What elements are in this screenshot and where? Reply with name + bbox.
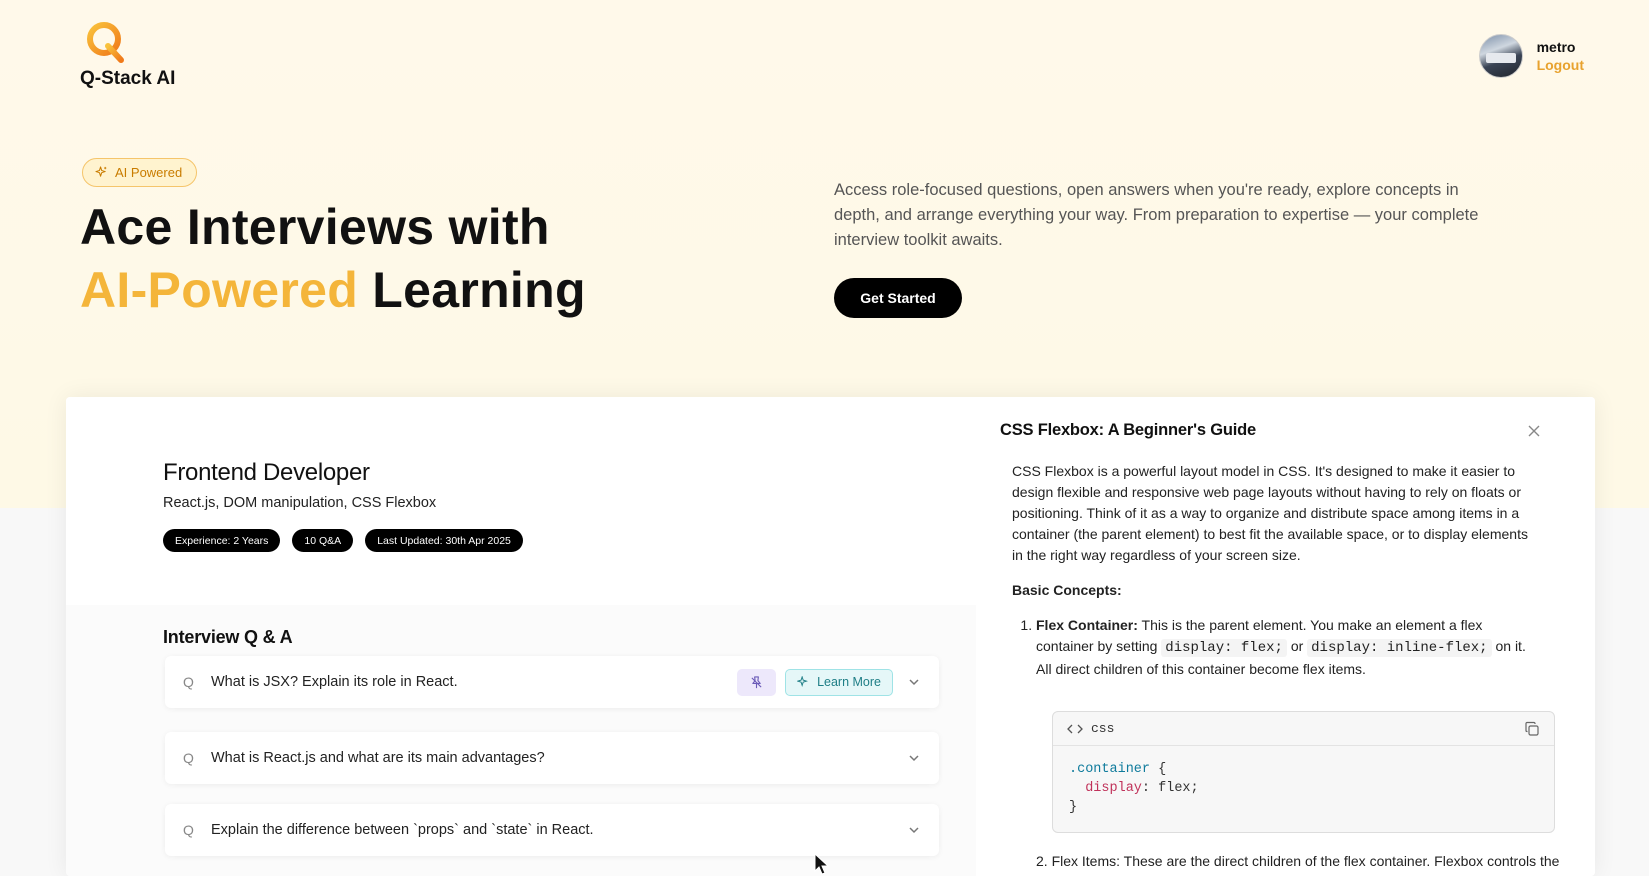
badge-label: AI Powered xyxy=(115,165,183,180)
concepts-heading: Basic Concepts: xyxy=(1012,582,1122,598)
code-block: css .container { display: flex; } xyxy=(1052,711,1555,833)
user-menu: metro Logout xyxy=(1478,34,1584,78)
brand-logo[interactable]: Q-Stack AI xyxy=(80,20,175,90)
role-title: Frontend Developer xyxy=(163,459,370,486)
term: Flex Container: xyxy=(1036,617,1138,633)
question-item[interactable]: Q What is JSX? Explain its role in React… xyxy=(165,656,939,708)
qa-heading: Interview Q & A xyxy=(163,627,293,647)
ai-powered-badge: AI Powered xyxy=(82,158,198,187)
question-text: Explain the difference between `props` a… xyxy=(211,822,594,838)
qa-count-pill: 10 Q&A xyxy=(292,529,354,552)
chevron-down-icon[interactable] xyxy=(907,751,921,765)
logout-button[interactable]: Logout xyxy=(1537,56,1584,74)
hero-title: Ace Interviews with AI-Powered Learning xyxy=(80,196,586,322)
q-prefix: Q xyxy=(183,822,194,838)
hero-description: Access role-focused questions, open answ… xyxy=(834,181,1479,249)
unpin-button[interactable] xyxy=(737,668,777,696)
code-content: .container { display: flex; } xyxy=(1053,746,1554,831)
code-icon xyxy=(1067,724,1083,733)
app-preview: Frontend Developer React.js, DOM manipul… xyxy=(66,397,1595,876)
role-card: Frontend Developer React.js, DOM manipul… xyxy=(66,397,966,605)
question-item[interactable]: Q What is React.js and what are its main… xyxy=(165,732,939,784)
code-brace: } xyxy=(1069,800,1078,815)
unpin-icon xyxy=(751,675,762,688)
qa-section: Interview Q & A Q What is JSX? Explain i… xyxy=(66,605,976,876)
question-text: What is React.js and what are its main a… xyxy=(211,750,545,766)
code-value: : flex; xyxy=(1141,781,1199,796)
q-logo-icon xyxy=(87,22,124,63)
learn-more-label: Learn More xyxy=(817,675,881,689)
learn-more-button[interactable]: Learn More xyxy=(785,668,893,696)
question-text: What is JSX? Explain its role in React. xyxy=(211,674,458,690)
get-started-button[interactable]: Get Started xyxy=(834,278,962,318)
mouse-cursor-icon xyxy=(814,853,830,875)
text: or xyxy=(1290,638,1304,654)
hero-title-line1: Ace Interviews with xyxy=(80,199,550,255)
inline-code: display: inline-flex; xyxy=(1307,639,1492,657)
chevron-down-icon[interactable] xyxy=(907,675,921,689)
sparkle-icon xyxy=(797,676,809,687)
inline-code: display: flex; xyxy=(1161,639,1287,657)
concept-side-panel: CSS Flexbox: A Beginner's Guide CSS Flex… xyxy=(976,397,1595,876)
close-icon[interactable] xyxy=(1526,423,1542,439)
side-panel-body: CSS Flexbox is a powerful layout model i… xyxy=(1012,461,1542,680)
code-header: css xyxy=(1053,712,1554,746)
last-updated-pill: Last Updated: 30th Apr 2025 xyxy=(365,529,523,552)
intro-paragraph: CSS Flexbox is a powerful layout model i… xyxy=(1012,463,1528,563)
concepts-list: Flex Container: This is the parent eleme… xyxy=(1012,615,1542,680)
user-name: metro xyxy=(1536,39,1576,55)
q-prefix: Q xyxy=(183,674,194,690)
side-panel-title: CSS Flexbox: A Beginner's Guide xyxy=(1000,421,1256,439)
sparkle-icon xyxy=(95,166,107,177)
list-item: Flex Container: This is the parent eleme… xyxy=(1036,615,1542,680)
hero-title-rest: Learning xyxy=(372,262,586,318)
code-property: display xyxy=(1085,781,1142,796)
role-topics: React.js, DOM manipulation, CSS Flexbox xyxy=(163,495,437,511)
chevron-down-icon[interactable] xyxy=(907,823,921,837)
code-language: css xyxy=(1091,721,1115,736)
avatar[interactable] xyxy=(1478,34,1523,78)
q-prefix: Q xyxy=(183,750,194,766)
copy-icon[interactable] xyxy=(1524,721,1540,737)
hero-title-accent: AI-Powered xyxy=(80,262,359,318)
code-selector: .container xyxy=(1069,762,1151,777)
code-brace: { xyxy=(1150,762,1167,777)
role-pills: Experience: 2 Years 10 Q&A Last Updated:… xyxy=(163,529,523,552)
experience-pill: Experience: 2 Years xyxy=(163,529,281,552)
list-item-cutoff: 2. Flex Items: These are the direct chil… xyxy=(1036,853,1560,869)
question-item[interactable]: Q Explain the difference between `props`… xyxy=(165,804,939,856)
brand-name: Q-Stack AI xyxy=(80,68,176,89)
